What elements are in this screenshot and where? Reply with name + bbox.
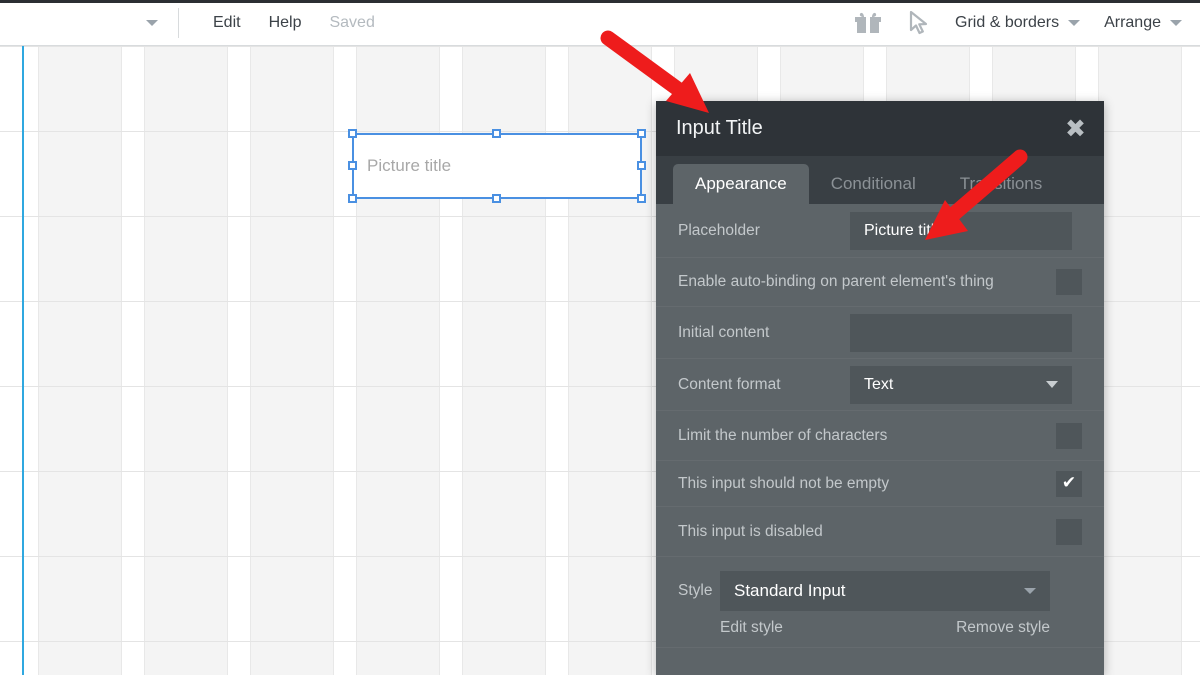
menu-grid-and-borders[interactable]: Grid & borders — [943, 14, 1092, 32]
row-auto-binding: Enable auto-binding on parent element's … — [656, 258, 1104, 307]
resize-handle-s[interactable] — [492, 194, 501, 203]
initial-content-input[interactable] — [850, 313, 1072, 352]
row-limit-characters: Limit the number of characters — [656, 411, 1104, 461]
style-row: Style Standard Input — [678, 571, 1082, 611]
label-style: Style — [678, 582, 713, 599]
resize-handle-ne[interactable] — [637, 129, 646, 138]
selected-element-wrapper[interactable]: Picture title — [348, 129, 646, 203]
resize-handle-se[interactable] — [637, 194, 646, 203]
row-initial-content: Initial content — [656, 307, 1104, 359]
dialog-tab-bar: Appearance Conditional Transitions — [656, 156, 1104, 204]
dialog-footer-divider — [656, 647, 1104, 667]
grid-horizontal-line — [0, 46, 1200, 47]
tab-conditional[interactable]: Conditional — [809, 164, 938, 204]
label-not-empty: This input should not be empty — [678, 474, 890, 492]
chevron-down-icon — [1068, 19, 1081, 26]
edit-style-link[interactable]: Edit style — [720, 619, 783, 637]
label-content-format: Content format — [678, 375, 781, 393]
row-not-empty: This input should not be empty ✔ — [656, 461, 1104, 507]
resize-handle-w[interactable] — [348, 161, 357, 170]
label-auto-binding: Enable auto-binding on parent element's … — [678, 273, 994, 290]
menu-help[interactable]: Help — [255, 0, 316, 46]
cursor-arrow-icon[interactable] — [895, 10, 943, 35]
menu-grid-and-borders-label: Grid & borders — [955, 13, 1060, 31]
toolbar-right-group: Grid & borders Arrange — [841, 10, 1200, 35]
style-select-value: Standard Input — [734, 581, 846, 600]
content-format-select[interactable]: Text — [850, 365, 1072, 404]
checkbox-limit-characters[interactable] — [1056, 422, 1082, 449]
style-links: Edit style Remove style — [720, 619, 1050, 637]
save-status-label: Saved — [329, 13, 375, 31]
dialog-title: Input Title — [676, 117, 763, 139]
toolbar-divider — [178, 7, 179, 38]
toolbar-left-group: Edit Help Saved — [0, 0, 389, 45]
label-initial-content: Initial content — [678, 323, 770, 341]
style-select[interactable]: Standard Input — [720, 571, 1050, 611]
toolbar-left-spacer — [0, 0, 146, 45]
checkbox-auto-binding[interactable] — [1056, 269, 1082, 295]
checkbox-disabled[interactable] — [1056, 518, 1082, 545]
row-disabled: This input is disabled — [656, 507, 1104, 557]
resize-handle-e[interactable] — [637, 161, 646, 170]
grid-column-band — [38, 46, 122, 675]
grid-column-band — [250, 46, 334, 675]
resize-handle-sw[interactable] — [348, 194, 357, 203]
check-icon: ✔ — [1061, 473, 1077, 493]
menu-arrange[interactable]: Arrange — [1092, 14, 1194, 32]
chevron-down-icon[interactable] — [146, 19, 158, 26]
row-placeholder: Placeholder Picture title — [656, 204, 1104, 258]
remove-style-link[interactable]: Remove style — [956, 619, 1050, 637]
tab-appearance[interactable]: Appearance — [673, 164, 809, 204]
grid-column-band — [1098, 46, 1182, 675]
label-placeholder: Placeholder — [678, 221, 760, 239]
menu-edit[interactable]: Edit — [199, 0, 255, 46]
resize-handle-n[interactable] — [492, 129, 501, 138]
row-content-format: Content format Text — [656, 359, 1104, 411]
resize-handle-nw[interactable] — [348, 129, 357, 138]
app-root: Edit Help Saved Grid & borders Arrange P… — [0, 0, 1200, 675]
grid-column-band — [144, 46, 228, 675]
label-limit-characters: Limit the number of characters — [678, 426, 888, 444]
chevron-down-icon — [1046, 381, 1058, 388]
input-element[interactable]: Picture title — [353, 134, 641, 198]
content-format-value: Text — [864, 375, 894, 393]
menu-arrange-label: Arrange — [1104, 13, 1161, 31]
dialog-header: Input Title ✖ — [656, 101, 1104, 156]
dialog-body: Placeholder Picture title Enable auto-bi… — [656, 204, 1104, 667]
style-section: Style Standard Input Edit style Remove s… — [656, 557, 1104, 647]
tab-transitions[interactable]: Transitions — [938, 164, 1065, 204]
checkbox-not-empty[interactable]: ✔ — [1056, 470, 1082, 497]
vertical-guide-line — [22, 46, 24, 675]
chevron-down-icon — [1024, 588, 1036, 594]
property-editor-dialog: Input Title ✖ Appearance Conditional Tra… — [656, 101, 1104, 675]
placeholder-input[interactable]: Picture title — [850, 211, 1072, 250]
label-disabled: This input is disabled — [678, 522, 823, 540]
chevron-down-icon — [1170, 19, 1182, 26]
input-placeholder-text: Picture title — [367, 156, 452, 175]
close-icon[interactable]: ✖ — [1065, 116, 1086, 141]
top-toolbar: Edit Help Saved Grid & borders Arrange — [0, 0, 1200, 46]
gift-icon[interactable] — [841, 11, 895, 35]
